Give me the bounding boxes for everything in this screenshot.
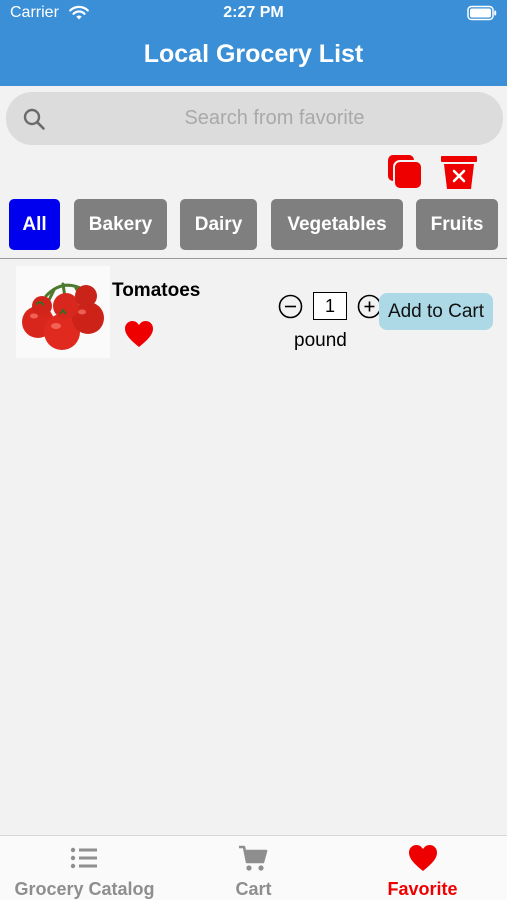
page-title: Local Grocery List <box>143 40 364 68</box>
category-vegetables-button[interactable]: Vegetables <box>271 199 403 250</box>
category-bakery-button[interactable]: Bakery <box>74 199 167 250</box>
tab-grocery-catalog[interactable]: Grocery Catalog <box>0 836 169 900</box>
search-bar[interactable] <box>6 92 503 145</box>
search-icon <box>23 108 45 130</box>
tab-label: Grocery Catalog <box>14 879 155 899</box>
status-bar: Carrier 2:27 PM <box>0 0 507 30</box>
battery-icon <box>467 5 497 21</box>
quantity-field[interactable]: 1 <box>313 292 347 320</box>
status-time: 2:27 PM <box>223 4 284 21</box>
trash-delete-icon[interactable] <box>440 153 478 191</box>
copy-icon[interactable] <box>386 153 424 191</box>
category-dairy-button[interactable]: Dairy <box>180 199 257 250</box>
tab-favorite[interactable]: Favorite <box>338 836 507 900</box>
tomatoes-image <box>16 266 110 358</box>
category-fruits-button[interactable]: Fruits <box>416 199 498 250</box>
list-icon <box>70 847 97 869</box>
category-filter-bar: All Bakery Dairy Vegetables Fruits <box>9 199 507 250</box>
product-name: Tomatoes <box>112 280 201 301</box>
heart-icon <box>409 845 437 871</box>
decrease-quantity-button[interactable] <box>278 294 303 319</box>
add-to-cart-button[interactable]: Add to Cart <box>379 293 493 330</box>
list-item: Tomatoes 1 pound Add to Cart <box>0 262 507 362</box>
tab-label: Favorite <box>387 879 458 899</box>
search-input[interactable] <box>56 92 493 145</box>
app-header: Carrier 2:27 PM Local Grocery List <box>0 0 507 86</box>
tab-bar: Grocery Catalog Cart Favorite <box>0 835 507 900</box>
divider <box>0 258 507 259</box>
category-all-button[interactable]: All <box>9 199 60 250</box>
unit-label: pound <box>294 330 347 351</box>
tab-label: Cart <box>235 879 272 899</box>
cart-icon <box>239 845 268 871</box>
favorite-heart-icon[interactable] <box>124 320 154 348</box>
tab-cart[interactable]: Cart <box>169 836 338 900</box>
